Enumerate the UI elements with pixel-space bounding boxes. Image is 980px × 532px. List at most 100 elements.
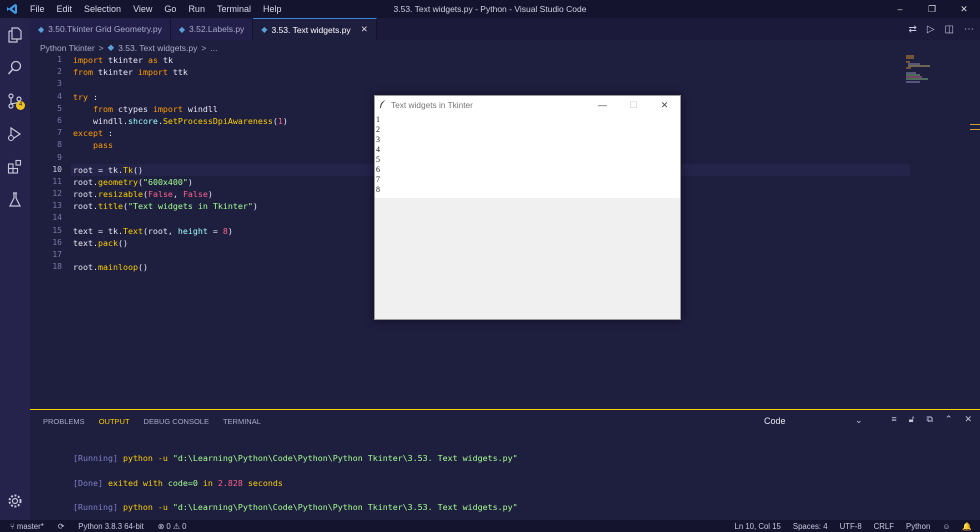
close-tab-icon[interactable]: ✕ xyxy=(361,24,368,35)
code-token: windll. xyxy=(73,115,128,126)
search-icon[interactable] xyxy=(0,51,30,84)
cursor-position[interactable]: Ln 10, Col 15 xyxy=(734,522,780,531)
menu-item-file[interactable]: File xyxy=(24,4,51,14)
minimize-button[interactable]: – xyxy=(884,0,916,18)
text-widget-line: 2 xyxy=(376,125,380,134)
run-debug-icon[interactable] xyxy=(0,117,30,150)
tkinter-title-bar[interactable]: Text widgets in Tkinter — ☐ ✕ xyxy=(375,96,680,114)
source-control-icon[interactable]: 4 xyxy=(0,84,30,117)
code-token: resizable xyxy=(97,189,143,200)
feedback-icon[interactable]: ☺ xyxy=(942,522,950,531)
tab-labels[interactable]: ◆ 3.52.Labels.py xyxy=(170,18,254,40)
chevron-up-icon[interactable]: ⌃ xyxy=(945,414,953,425)
code-token: "600x400" xyxy=(142,176,188,187)
panel-tab-terminal[interactable]: TERMINAL xyxy=(223,417,261,426)
command-text: python -u xyxy=(117,453,173,464)
encoding[interactable]: UTF-8 xyxy=(840,522,862,531)
language-mode[interactable]: Python xyxy=(906,522,930,531)
menu-item-run[interactable]: Run xyxy=(182,4,211,14)
chevron-down-icon[interactable]: ⌄ xyxy=(855,415,863,426)
menu-item-terminal[interactable]: Terminal xyxy=(211,4,257,14)
python-file-icon: ◆ xyxy=(107,42,115,52)
code-token: False xyxy=(147,189,173,200)
tkinter-text-widget[interactable]: 12345678 xyxy=(375,114,680,198)
menu-item-help[interactable]: Help xyxy=(257,4,288,14)
branch-status[interactable]: ⑂ master* xyxy=(10,522,44,531)
menu-item-edit[interactable]: Edit xyxy=(51,4,79,14)
seconds-text: seconds xyxy=(242,477,283,488)
split-editor-icon[interactable]: ◫ xyxy=(945,24,954,35)
run-file-icon[interactable]: ▷ xyxy=(927,24,935,35)
minimap[interactable] xyxy=(906,54,946,94)
code-line[interactable]: import tkinter as tk xyxy=(73,54,913,66)
code-token: root. xyxy=(73,189,98,200)
code-token: ) xyxy=(207,189,213,200)
extensions-icon[interactable] xyxy=(0,150,30,183)
line-number: 14 xyxy=(52,213,62,223)
files-icon[interactable] xyxy=(0,18,30,51)
sync-icon[interactable]: ⟳ xyxy=(58,522,65,531)
tab-text-widgets[interactable]: ◆ 3.53. Text widgets.py ✕ xyxy=(253,18,377,40)
running-tag: [Running] xyxy=(72,501,118,512)
breadcrumb-more[interactable]: ... xyxy=(210,43,217,53)
settings-gear-icon[interactable] xyxy=(0,484,30,517)
output-line: [Running] python -u "d:\Learning\Python\… xyxy=(43,489,518,512)
code-token: (root, xyxy=(142,225,178,236)
code-token: pass xyxy=(92,140,113,151)
list-filter-icon[interactable]: ≡ xyxy=(891,414,896,425)
panel-tab-debug-console[interactable]: DEBUG CONSOLE xyxy=(144,417,209,426)
menu-item-selection[interactable]: Selection xyxy=(78,4,127,14)
notifications-bell-icon[interactable]: 🔔 xyxy=(962,522,972,531)
menu-item-view[interactable]: View xyxy=(127,4,158,14)
copy-icon[interactable]: ⧉ xyxy=(926,414,932,425)
close-icon[interactable]: ✕ xyxy=(964,414,972,425)
indentation[interactable]: Spaces: 4 xyxy=(793,522,828,531)
code-token: import xyxy=(137,67,168,78)
code-token: : xyxy=(88,91,98,102)
compare-icon[interactable]: ⇄ xyxy=(908,24,916,35)
tk-close-button[interactable]: ✕ xyxy=(649,96,680,114)
more-actions-icon[interactable]: ⋯ xyxy=(964,24,974,35)
line-number: 3 xyxy=(57,79,62,89)
problems-count[interactable]: ⊗ 0 ⚠ 0 xyxy=(158,522,187,531)
code-line[interactable] xyxy=(73,78,913,90)
breadcrumb-file[interactable]: 3.53. Text widgets.py xyxy=(118,43,197,53)
tab-label: 3.53. Text widgets.py xyxy=(271,24,351,35)
code-token: False xyxy=(182,189,208,200)
output-channel-select[interactable]: Code xyxy=(764,416,786,426)
code-token: from xyxy=(73,67,93,78)
close-window-button[interactable]: ✕ xyxy=(948,0,980,18)
tab-grid-geometry[interactable]: ◆ 3.50.Tkinter Grid Geometry.py xyxy=(30,18,171,40)
tk-minimize-button[interactable]: — xyxy=(587,96,618,114)
feather-icon xyxy=(375,99,391,111)
python-interpreter[interactable]: Python 3.8.3 64-bit xyxy=(78,522,143,531)
code-token: tk xyxy=(157,55,173,65)
line-number: 16 xyxy=(52,237,62,247)
line-number-gutter: 1 2 3 4 5 6 7 8 9 10 11 12 13 14 15 16 17 18 xyxy=(30,54,62,273)
menu-item-go[interactable]: Go xyxy=(158,4,182,14)
editor-actions: ⇄ ▷ ◫ ⋯ xyxy=(908,18,974,40)
script-path: "d:\Learning\Python\Code\Python\Python T… xyxy=(172,453,518,464)
line-number: 6 xyxy=(57,115,62,125)
testing-icon[interactable] xyxy=(0,183,30,216)
panel-tabs: PROBLEMS OUTPUT DEBUG CONSOLE TERMINAL xyxy=(43,417,261,426)
restore-button[interactable]: ❐ xyxy=(916,0,948,18)
tab-label: 3.52.Labels.py xyxy=(189,24,245,34)
lock-icon[interactable]: 🔓︎ xyxy=(909,414,915,425)
panel-tab-problems[interactable]: PROBLEMS xyxy=(43,417,85,426)
code-token: tkinter xyxy=(102,55,148,65)
panel-tab-output[interactable]: OUTPUT xyxy=(99,417,130,426)
line-number: 12 xyxy=(52,189,62,199)
code-token: () xyxy=(137,262,148,273)
output-log[interactable]: [Running] python -u "d:\Learning\Python\… xyxy=(43,440,518,512)
tkinter-window[interactable]: Text widgets in Tkinter — ☐ ✕ 12345678 xyxy=(374,95,681,320)
code-line[interactable]: from tkinter import ttk xyxy=(73,66,913,78)
text-widget-line: 7 xyxy=(376,175,380,184)
output-line: [Running] python -u "d:\Learning\Python\… xyxy=(43,440,518,463)
code-token: , xyxy=(172,189,183,200)
breadcrumb-folder[interactable]: Python Tkinter xyxy=(40,43,95,53)
python-file-icon: ◆ xyxy=(261,25,268,34)
line-number: 9 xyxy=(57,152,62,162)
status-bar: ⑂ master* ⟳ Python 3.8.3 64-bit ⊗ 0 ⚠ 0 … xyxy=(0,520,980,532)
line-ending[interactable]: CRLF xyxy=(874,522,894,531)
